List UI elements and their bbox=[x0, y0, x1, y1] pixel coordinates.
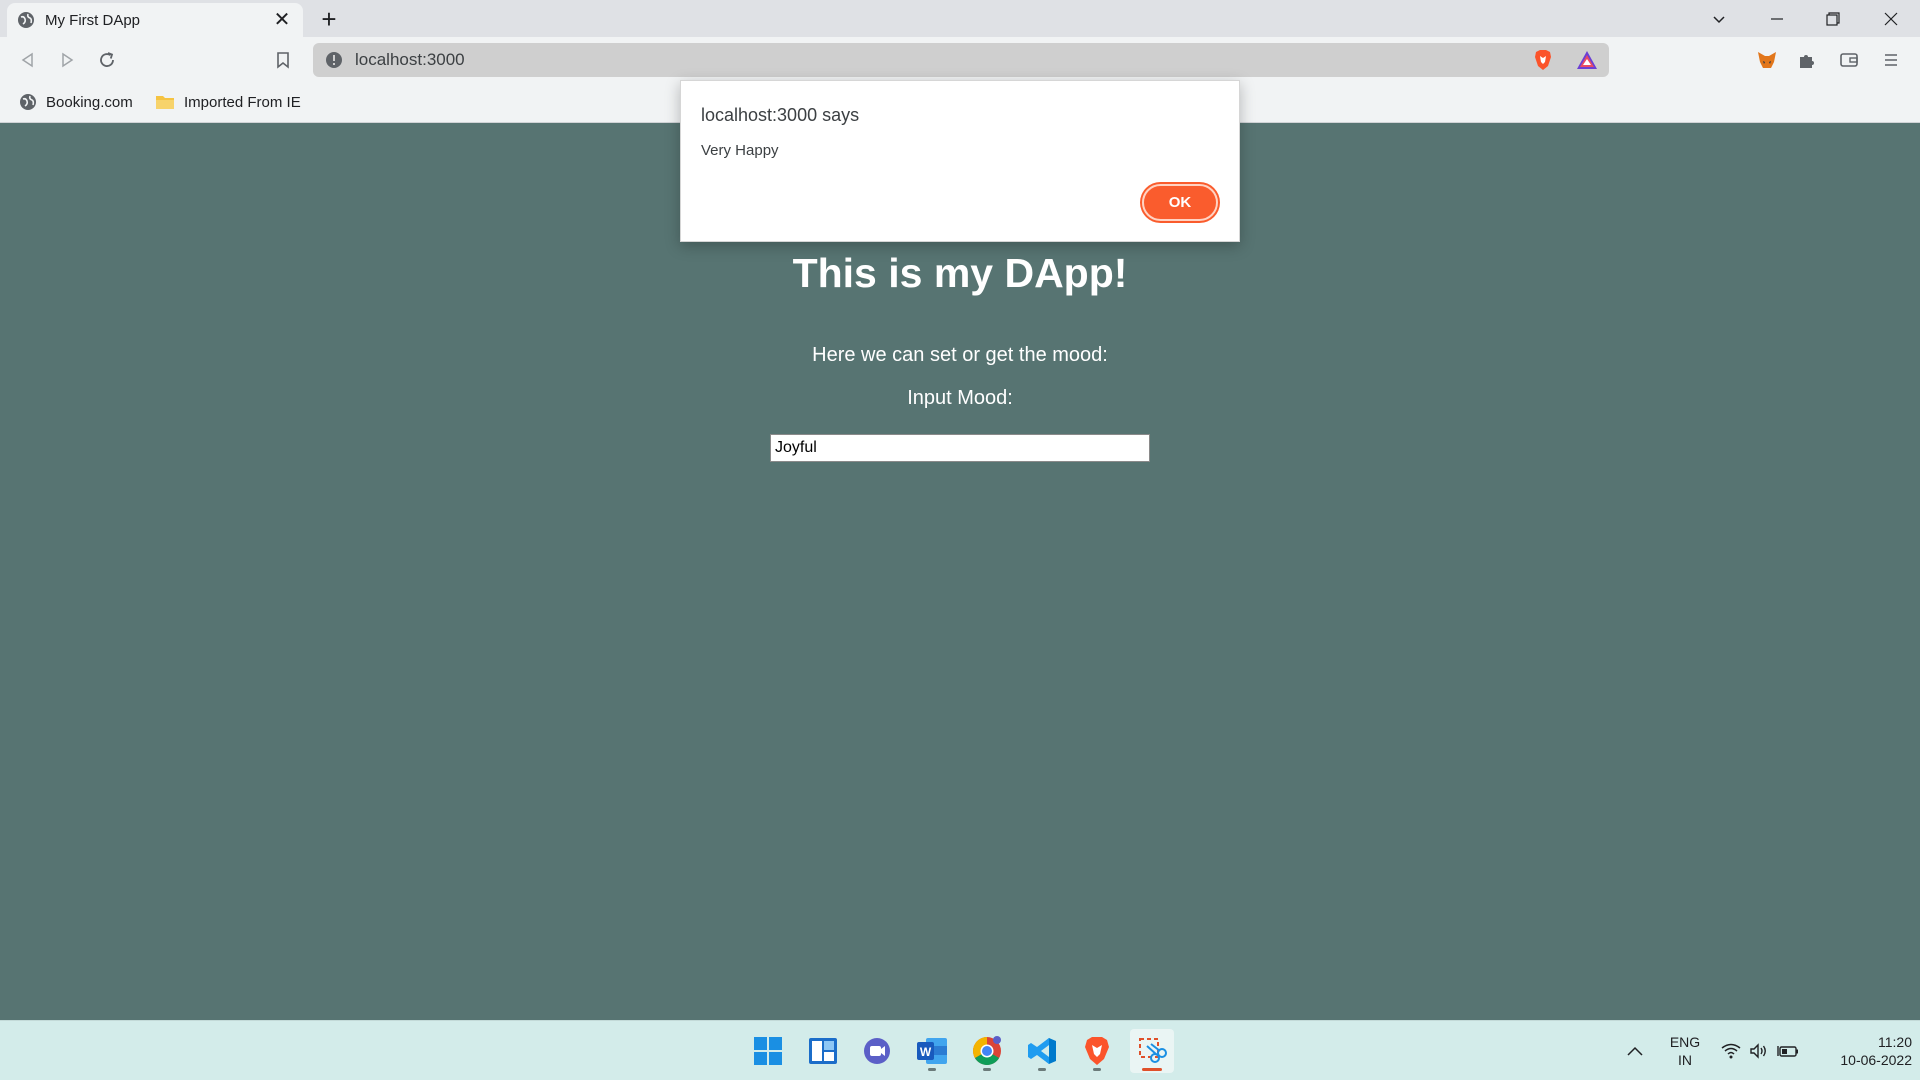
bookmark-label: Booking.com bbox=[46, 93, 133, 111]
dialog-title: localhost:3000 says bbox=[701, 105, 860, 125]
bookmark-icon[interactable] bbox=[268, 45, 298, 75]
dialog-message: Very Happy bbox=[701, 142, 779, 159]
minimize-icon[interactable] bbox=[1752, 0, 1802, 37]
alert-dialog: localhost:3000 says Very Happy OK bbox=[680, 80, 1240, 242]
widgets-icon[interactable] bbox=[801, 1029, 845, 1073]
new-tab-button[interactable]: + bbox=[315, 6, 343, 34]
tab-strip: My First DApp ✕ + bbox=[0, 0, 1920, 37]
language-indicator[interactable]: ENG IN bbox=[1664, 1033, 1706, 1069]
ok-button[interactable]: OK bbox=[1142, 184, 1218, 221]
bookmark-booking[interactable]: Booking.com bbox=[19, 90, 133, 114]
restore-icon[interactable] bbox=[1808, 0, 1858, 37]
folder-icon bbox=[156, 96, 174, 109]
wifi-icon[interactable] bbox=[1718, 1021, 1744, 1080]
close-window-icon[interactable] bbox=[1866, 0, 1916, 37]
reload-icon[interactable] bbox=[92, 45, 122, 75]
browser-toolbar: localhost:3000 bbox=[0, 37, 1920, 82]
active-indicator bbox=[1142, 1068, 1162, 1071]
clock-date: 10-06-2022 bbox=[1840, 1052, 1912, 1068]
tab-close-icon[interactable]: ✕ bbox=[271, 9, 293, 31]
input-mood-label: Input Mood: bbox=[907, 387, 1013, 409]
extensions-puzzle-icon[interactable] bbox=[1792, 45, 1822, 75]
show-hidden-icons-icon[interactable] bbox=[1622, 1021, 1648, 1080]
vscode-icon[interactable] bbox=[1020, 1029, 1064, 1073]
metamask-icon[interactable] bbox=[1752, 45, 1782, 75]
site-info-icon[interactable] bbox=[325, 51, 343, 69]
globe-icon bbox=[18, 12, 34, 28]
browser-tab[interactable]: My First DApp ✕ bbox=[7, 3, 303, 37]
tab-search-icon[interactable] bbox=[1694, 0, 1744, 37]
forward-icon[interactable] bbox=[52, 45, 82, 75]
page-subtitle: Here we can set or get the mood: bbox=[812, 344, 1108, 366]
running-indicator bbox=[983, 1068, 991, 1071]
clock[interactable]: 11:20 10-06-2022 bbox=[1808, 1033, 1912, 1069]
word-icon[interactable]: W bbox=[910, 1029, 954, 1073]
wallet-icon[interactable] bbox=[1834, 45, 1864, 75]
back-icon[interactable] bbox=[13, 45, 43, 75]
teams-chat-icon[interactable] bbox=[855, 1029, 899, 1073]
chrome-icon[interactable] bbox=[965, 1029, 1009, 1073]
running-indicator bbox=[928, 1068, 936, 1071]
page-content: This is my DApp! Here we can set or get … bbox=[0, 124, 1920, 1020]
svg-text:W: W bbox=[920, 1045, 932, 1059]
running-indicator bbox=[1093, 1068, 1101, 1071]
globe-icon bbox=[20, 94, 36, 110]
taskbar: W ENG IN 11:20 10-06-2022 bbox=[0, 1020, 1920, 1080]
brave-shields-icon[interactable] bbox=[1528, 43, 1558, 77]
clock-time: 11:20 bbox=[1878, 1034, 1912, 1050]
url-text: localhost:3000 bbox=[355, 50, 465, 69]
bookmark-folder-imported[interactable]: Imported From IE bbox=[155, 90, 301, 114]
menu-icon[interactable] bbox=[1876, 45, 1906, 75]
snipping-tool-icon[interactable] bbox=[1130, 1029, 1174, 1073]
page-heading: This is my DApp! bbox=[792, 250, 1128, 296]
bookmark-label: Imported From IE bbox=[184, 93, 301, 111]
battery-icon[interactable] bbox=[1775, 1021, 1801, 1080]
running-indicator bbox=[1038, 1068, 1046, 1071]
volume-icon[interactable] bbox=[1746, 1021, 1772, 1080]
language-code: ENG bbox=[1669, 1034, 1701, 1050]
brave-rewards-icon[interactable] bbox=[1572, 43, 1602, 77]
region-code: IN bbox=[1678, 1052, 1692, 1068]
mood-input[interactable] bbox=[770, 434, 1150, 462]
address-bar[interactable]: localhost:3000 bbox=[313, 43, 1609, 77]
brave-icon[interactable] bbox=[1075, 1029, 1119, 1073]
tab-title: My First DApp bbox=[45, 11, 141, 29]
windows-start-icon[interactable] bbox=[746, 1029, 790, 1073]
